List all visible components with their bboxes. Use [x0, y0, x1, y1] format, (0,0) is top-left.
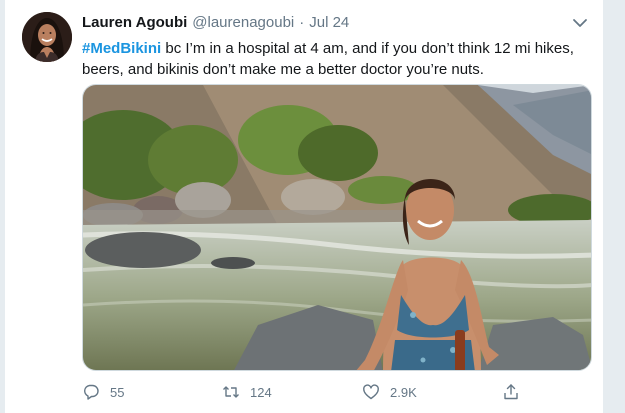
- river-photo-image: [83, 85, 591, 370]
- author-avatar[interactable]: [22, 12, 72, 62]
- share-icon: [504, 384, 518, 400]
- hashtag-link[interactable]: #MedBikini: [82, 40, 161, 57]
- retweet-icon: [223, 386, 239, 398]
- tweet-header: Lauren Agoubi @laurenagoubi · Jul 24: [82, 14, 589, 36]
- tweet-text-line1: bc I’m in a hospital at 4 am, and if you…: [161, 40, 574, 57]
- tweet-actions: 55 124 2.9K: [82, 381, 592, 403]
- tweet-photo[interactable]: [82, 84, 592, 371]
- author-handle[interactable]: @laurenagoubi: [192, 14, 294, 31]
- share-button[interactable]: [502, 383, 592, 401]
- author-name[interactable]: Lauren Agoubi: [82, 14, 187, 31]
- heart-icon: [363, 384, 379, 400]
- reply-icon: [84, 384, 99, 400]
- author-avatar-image: [22, 12, 72, 62]
- tweet-card[interactable]: Lauren Agoubi @laurenagoubi · Jul 24 #Me…: [4, 0, 604, 413]
- chevron-down-icon[interactable]: [571, 16, 589, 30]
- like-button[interactable]: 2.9K: [362, 383, 452, 401]
- header-separator: ·: [299, 14, 305, 31]
- like-count: 2.9K: [390, 384, 417, 400]
- retweet-button[interactable]: 124: [222, 383, 312, 401]
- tweet-date[interactable]: Jul 24: [309, 14, 349, 31]
- retweet-count: 124: [250, 384, 272, 400]
- reply-button[interactable]: 55: [82, 383, 172, 401]
- tweet-text: #MedBikini bc I’m in a hospital at 4 am,…: [82, 38, 592, 80]
- reply-count: 55: [110, 384, 125, 400]
- tweet-text-line2: beers, and bikinis don’t make me a bette…: [82, 61, 484, 78]
